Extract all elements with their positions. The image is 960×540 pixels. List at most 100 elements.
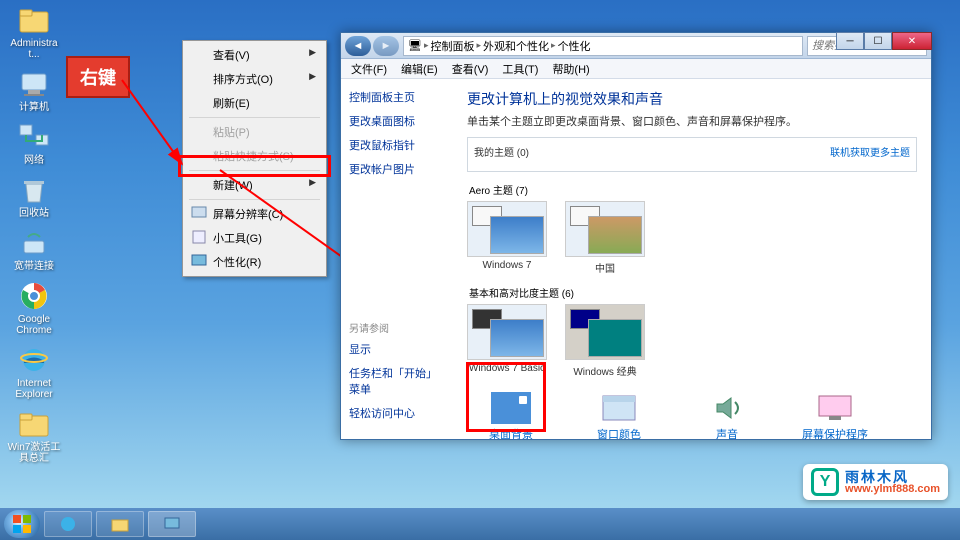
minimize-button[interactable]: ─ (836, 32, 864, 50)
theme-group-my: 我的主题 (0)联机获取更多主题 (467, 137, 917, 172)
desktop-icons: Administrat... 计算机 网络 回收站 宽带连接 Google Ch… (6, 4, 62, 464)
ie-icon (59, 515, 77, 533)
menu-edit[interactable]: 编辑(E) (395, 59, 444, 79)
menu-view[interactable]: 查看(V)▶ (185, 43, 324, 67)
network-icon (18, 121, 50, 153)
desktop-icon-label: Internet Explorer (15, 378, 52, 400)
annotation-rightclick-label: 右键 (66, 56, 130, 98)
menu-new[interactable]: 新建(W)▶ (185, 173, 324, 197)
sidebar-taskbar[interactable]: 任务栏和「开始」菜单 (349, 365, 445, 397)
menu-separator (189, 117, 320, 118)
ie-icon (18, 344, 50, 376)
desktop-icon-win7tool[interactable]: Win7激活工具总汇 (6, 408, 62, 464)
desktop-icon-label: 网络 (24, 155, 44, 166)
watermark-name: 雨林木风 (845, 470, 940, 484)
desktop-icon-broadband[interactable]: 宽带连接 (6, 227, 62, 272)
sidebar-home[interactable]: 控制面板主页 (349, 89, 445, 105)
desktop-background-button[interactable]: 桌面背景 Harmony (467, 392, 555, 439)
desktop-icon-network[interactable]: 网络 (6, 121, 62, 166)
menu-help[interactable]: 帮助(H) (546, 59, 595, 79)
desktop-icon-administrator[interactable]: Administrat... (6, 4, 62, 60)
nav-forward-button[interactable]: ► (373, 36, 399, 56)
page-subheading: 单击某个主题立即更改桌面背景、窗口颜色、声音和屏幕保护程序。 (467, 113, 917, 129)
recyclebin-icon (18, 174, 50, 206)
theme-windows7[interactable]: Windows 7 (467, 201, 547, 275)
personalization-window: ─ ☐ ✕ ◄ ► 🖥 ▸ 控制面板 ▸ 外观和个性化 ▸ 个性化 文件(F) … (340, 32, 932, 440)
folder-icon (18, 408, 50, 440)
desktop-icon-label: Google Chrome (16, 314, 52, 336)
desktop-icon-label: 宽带连接 (14, 261, 54, 272)
taskbar-personalization[interactable] (148, 511, 196, 537)
desktop-icon-ie[interactable]: Internet Explorer (6, 344, 62, 400)
monitor-icon (191, 205, 207, 221)
menu-paste: 粘贴(P) (185, 120, 324, 144)
menu-separator (189, 199, 320, 200)
sidebar: 控制面板主页 更改桌面图标 更改鼠标指针 更改帐户图片 另请参阅 显示 任务栏和… (341, 79, 453, 439)
desktop-context-menu: 查看(V)▶ 排序方式(O)▶ 刷新(E) 粘贴(P) 粘贴快捷方式(S) 新建… (182, 40, 327, 277)
watermark: Y 雨林木风 www.ylmf888.com (803, 464, 948, 500)
get-more-themes-link[interactable]: 联机获取更多主题 (830, 144, 910, 159)
submenu-arrow-icon: ▶ (309, 177, 316, 188)
sidebar-change-icons[interactable]: 更改桌面图标 (349, 113, 445, 129)
sidebar-display[interactable]: 显示 (349, 341, 445, 357)
watermark-logo-icon: Y (811, 468, 839, 496)
folder-icon (111, 515, 129, 533)
menu-resolution[interactable]: 屏幕分辨率(C) (185, 202, 324, 226)
chrome-icon (18, 280, 50, 312)
basic-themes: Windows 7 Basic Windows 经典 (467, 304, 917, 378)
maximize-button[interactable]: ☐ (864, 32, 892, 50)
menu-sort[interactable]: 排序方式(O)▶ (185, 67, 324, 91)
menu-personalize[interactable]: 个性化(R) (185, 250, 324, 274)
taskbar (0, 508, 960, 540)
page-heading: 更改计算机上的视觉效果和声音 (467, 89, 917, 109)
window-color-icon (599, 392, 639, 424)
menu-separator (189, 170, 320, 171)
theme-china[interactable]: 中国 (565, 201, 645, 275)
aero-themes: Windows 7 中国 (467, 201, 917, 275)
menu-refresh[interactable]: 刷新(E) (185, 91, 324, 115)
watermark-url: www.ylmf888.com (845, 484, 940, 495)
sound-icon (707, 392, 747, 424)
wallpaper-icon (491, 392, 531, 424)
desktop-icon-label: 计算机 (19, 102, 49, 113)
desktop-icon-chrome[interactable]: Google Chrome (6, 280, 62, 336)
breadcrumb[interactable]: 🖥 ▸ 控制面板 ▸ 外观和个性化 ▸ 个性化 (403, 36, 803, 56)
desktop-icon-recyclebin[interactable]: 回收站 (6, 174, 62, 219)
monitor-icon (163, 515, 181, 533)
folder-icon (18, 4, 50, 36)
personalize-icon (191, 253, 207, 269)
taskbar-ie[interactable] (44, 511, 92, 537)
sidebar-ease[interactable]: 轻松访问中心 (349, 405, 445, 421)
bottom-settings-row: 桌面背景 Harmony 窗口颜色 天空 声音 Windows 默认 屏幕保护程… (467, 392, 917, 439)
sidebar-change-account[interactable]: 更改帐户图片 (349, 161, 445, 177)
submenu-arrow-icon: ▶ (309, 71, 316, 82)
sidebar-seealso-title: 另请参阅 (349, 320, 445, 335)
breadcrumb-icon: 🖥 (408, 39, 422, 52)
menu-file[interactable]: 文件(F) (345, 59, 393, 79)
menu-view[interactable]: 查看(V) (446, 59, 495, 79)
gadget-icon (191, 229, 207, 245)
start-button[interactable] (4, 510, 40, 538)
submenu-arrow-icon: ▶ (309, 47, 316, 58)
windows-logo-icon (12, 514, 32, 534)
theme-win7basic[interactable]: Windows 7 Basic (467, 304, 547, 378)
sounds-button[interactable]: 声音 Windows 默认 (683, 392, 771, 439)
sidebar-change-pointer[interactable]: 更改鼠标指针 (349, 137, 445, 153)
screensaver-icon (815, 392, 855, 424)
desktop-icon-label: Administrat... (6, 38, 62, 60)
nav-back-button[interactable]: ◄ (345, 36, 371, 56)
menubar: 文件(F) 编辑(E) 查看(V) 工具(T) 帮助(H) (341, 59, 931, 79)
desktop-icon-label: 回收站 (19, 208, 49, 219)
desktop-icon-computer[interactable]: 计算机 (6, 68, 62, 113)
main-content: 更改计算机上的视觉效果和声音 单击某个主题立即更改桌面背景、窗口颜色、声音和屏幕… (453, 79, 931, 439)
window-color-button[interactable]: 窗口颜色 天空 (575, 392, 663, 439)
computer-icon (18, 68, 50, 100)
close-button[interactable]: ✕ (892, 32, 932, 50)
screensaver-button[interactable]: 屏幕保护程序 无 (791, 392, 879, 439)
taskbar-explorer[interactable] (96, 511, 144, 537)
menu-tools[interactable]: 工具(T) (496, 59, 544, 79)
theme-classic[interactable]: Windows 经典 (565, 304, 645, 378)
basic-group-title: 基本和高对比度主题 (6) (469, 285, 917, 300)
broadband-icon (18, 227, 50, 259)
menu-gadgets[interactable]: 小工具(G) (185, 226, 324, 250)
